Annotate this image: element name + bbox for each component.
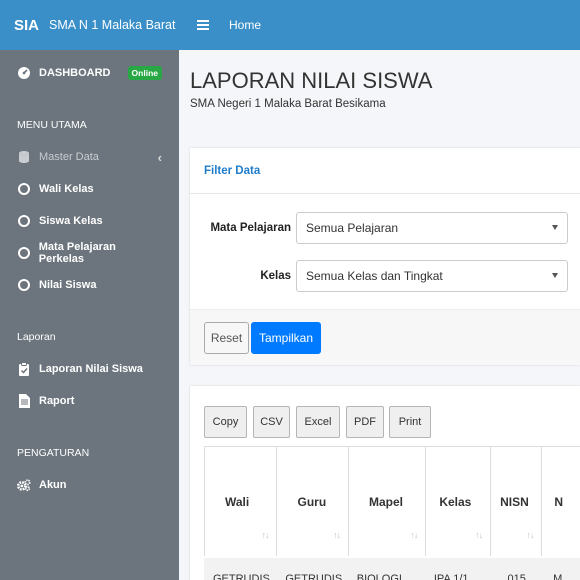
column-header-nama[interactable]: N <box>541 447 580 556</box>
brand-name: SMA N 1 Malaka Barat <box>49 18 176 32</box>
sidebar-item-raport[interactable]: Raport <box>0 385 179 417</box>
column-header-mapel[interactable]: Mapel ↑↓ <box>348 447 425 556</box>
page-subtitle: SMA Negeri 1 Malaka Barat Besikama <box>190 98 386 110</box>
sort-icon: ↑↓ <box>261 530 269 540</box>
kelas-select-value: Semua Kelas dan Tingkat <box>306 269 443 283</box>
mapel-row: Mata Pelajaran Semua Pelajaran <box>190 212 580 244</box>
mapel-select-value: Semua Pelajaran <box>306 221 399 235</box>
sidebar-item-laporan-nilai[interactable]: Laporan Nilai Siswa <box>0 353 179 385</box>
home-link[interactable]: Home <box>229 18 261 32</box>
sort-icon: ↑↓ <box>475 530 483 540</box>
excel-button[interactable]: Excel <box>296 406 340 438</box>
table-cell: GETRUDIS <box>213 573 270 580</box>
brand[interactable]: SIA SMA N 1 Malaka Barat <box>0 0 179 50</box>
sidebar-item-label: Laporan Nilai Siswa <box>39 363 143 375</box>
filter-footer: Reset Tampilkan <box>190 309 580 365</box>
print-button[interactable]: Print <box>389 406 431 438</box>
filter-header: Filter Data <box>190 148 580 194</box>
table-card: Copy CSV Excel PDF Print Wali ↑↓ Guru ↑↓… <box>190 386 580 580</box>
chevron-left-icon: ‹ <box>157 149 162 165</box>
kelas-select[interactable]: Semua Kelas dan Tingkat <box>296 260 568 292</box>
pdf-button[interactable]: PDF <box>346 406 384 438</box>
laporan-header: Laporan <box>17 331 56 343</box>
sidebar-item-siswa-kelas[interactable]: Siswa Kelas <box>0 205 179 237</box>
column-header-wali[interactable]: Wali ↑↓ <box>204 447 276 556</box>
sidebar-item-master-data[interactable]: Master Data ‹ <box>0 141 179 173</box>
sort-icon: ↑↓ <box>333 530 341 540</box>
circle-icon <box>17 278 31 292</box>
column-header-guru[interactable]: Guru ↑↓ <box>276 447 348 556</box>
status-badge: Online <box>127 66 162 80</box>
brand-logo: SIA <box>14 16 40 34</box>
sidebar-item-label: Wali Kelas <box>39 183 94 195</box>
copy-button[interactable]: Copy <box>204 406 247 438</box>
page-title: LAPORAN NILAI SISWA <box>190 68 433 93</box>
sidebar-item-label: Siswa Kelas <box>39 215 103 227</box>
sidebar-item-label: Master Data <box>39 151 99 163</box>
file-text-icon <box>17 394 31 408</box>
clipboard-check-icon <box>17 362 31 376</box>
menu-toggle-icon[interactable] <box>197 20 209 30</box>
table-row[interactable]: GETRUDIS GETRUDIS BIOLOGI IPA 1/1 015 M <box>204 558 580 580</box>
show-button[interactable]: Tampilkan <box>251 322 321 354</box>
table-cell: IPA 1/1 <box>433 573 469 580</box>
sort-icon: ↑↓ <box>410 530 418 540</box>
sidebar-item-label: Akun <box>39 479 67 491</box>
sidebar-item-label: Raport <box>39 395 75 407</box>
sidebar-item-dashboard[interactable]: DASHBOARD Online <box>0 57 179 89</box>
sidebar-item-label: DASHBOARD <box>39 67 111 79</box>
sidebar-item-label: Nilai Siswa <box>39 279 97 291</box>
menu-header: MENU UTAMA <box>17 119 87 131</box>
sidebar-item-label: Mata Pelajaran Perkelas <box>38 241 116 265</box>
circle-icon <box>17 214 31 228</box>
column-header-nisn[interactable]: NISN ↑↓ <box>490 447 541 556</box>
dashboard-icon <box>17 66 31 80</box>
filter-card: Filter Data Mata Pelajaran Semua Pelajar… <box>190 148 580 365</box>
sidebar-item-mapel-perkelas[interactable]: Mata Pelajaran Perkelas <box>0 237 179 269</box>
pengaturan-header: PENGATURAN <box>17 447 90 459</box>
sort-icon: ↑↓ <box>526 530 534 540</box>
database-icon <box>17 150 31 164</box>
table-cell: M <box>553 573 563 580</box>
top-navbar: Home <box>179 0 580 50</box>
table-cell: GETRUDIS <box>285 573 343 580</box>
main-content: LAPORAN NILAI SISWA SMA Negeri 1 Malaka … <box>179 50 580 580</box>
table-header: Wali ↑↓ Guru ↑↓ Mapel ↑↓ Kelas ↑↓ NISN ↑… <box>204 446 580 556</box>
circle-icon <box>17 246 31 260</box>
table-cell: BIOLOGI <box>356 573 402 580</box>
csv-button[interactable]: CSV <box>253 406 290 438</box>
reset-button[interactable]: Reset <box>204 322 249 354</box>
mapel-select[interactable]: Semua Pelajaran <box>296 212 568 244</box>
sidebar-item-nilai-siswa[interactable]: Nilai Siswa <box>0 269 179 301</box>
column-header-kelas[interactable]: Kelas ↑↓ <box>425 447 490 556</box>
caret-down-icon <box>552 225 558 230</box>
cogs-icon <box>17 478 31 492</box>
caret-down-icon <box>552 273 558 278</box>
circle-icon <box>17 182 31 196</box>
kelas-row: Kelas Semua Kelas dan Tingkat <box>190 260 580 292</box>
sidebar: SIA SMA N 1 Malaka Barat DASHBOARD Onlin… <box>0 0 179 580</box>
sidebar-item-wali-kelas[interactable]: Wali Kelas <box>0 173 179 205</box>
mapel-label: Mata Pelajaran <box>210 222 291 234</box>
kelas-label: Kelas <box>260 270 291 282</box>
sidebar-item-akun[interactable]: Akun <box>0 469 179 501</box>
table-cell: 015 <box>507 573 526 580</box>
